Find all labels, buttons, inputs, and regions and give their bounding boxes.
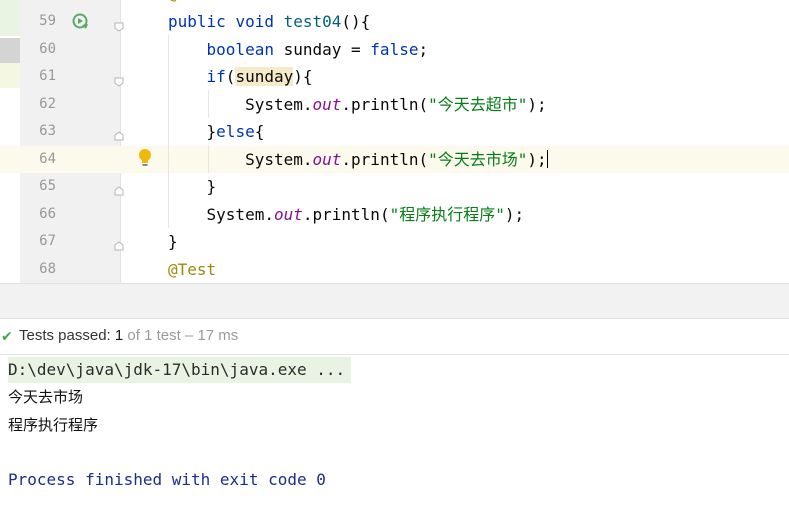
code-line-64[interactable]: 64 System.out.println("今天去市场");	[0, 146, 789, 173]
console-exit-line: Process finished with exit code 0	[8, 470, 326, 489]
code-line-67[interactable]: 67 }	[0, 228, 789, 255]
test-status-text: Tests passed: 1 of 1 test – 17 ms	[19, 327, 239, 344]
fold-expand-icon[interactable]	[114, 236, 124, 251]
line-number: 67	[39, 233, 56, 249]
code-text: System.out.println("今天去超市");	[168, 95, 547, 114]
code-text: }	[168, 177, 217, 196]
indent-guide	[168, 35, 169, 228]
code-line-66[interactable]: 66 System.out.println("程序执行程序");	[0, 201, 789, 228]
test-status-bar: ✔ Tests passed: 1 of 1 test – 17 ms	[0, 319, 789, 355]
code-text: }	[168, 232, 178, 251]
line-number: 61	[39, 68, 56, 84]
code-text: @Test	[168, 0, 216, 7]
code-text: if(sunday){	[206, 67, 313, 86]
line-number: 66	[39, 206, 56, 222]
line-number: 59	[39, 13, 56, 29]
line-number: 65	[39, 178, 56, 194]
line-number: 63	[39, 123, 56, 139]
code-line-59[interactable]: 59 public void test04(){	[0, 8, 789, 35]
panel-splitter[interactable]	[0, 283, 789, 319]
code-text: }else{	[168, 122, 265, 141]
code-text: System.out.println("程序执行程序");	[168, 205, 525, 224]
code-line-63[interactable]: 63 }else{	[0, 118, 789, 145]
fold-expand-icon[interactable]	[114, 181, 124, 196]
indent-guide	[208, 90, 209, 118]
code-text: public void test04(){	[168, 12, 371, 31]
line-number: 60	[39, 41, 56, 57]
fold-collapse-icon[interactable]	[114, 17, 124, 32]
check-icon: ✔	[1, 328, 13, 344]
code-text: System.out.println("今天去市场");	[168, 150, 548, 169]
code-line-61[interactable]: 61 if(sunday){	[0, 63, 789, 90]
indent-guide	[208, 145, 209, 173]
line-number: 68	[39, 261, 56, 277]
console-output-line: 今天去市场	[8, 388, 84, 406]
run-console[interactable]: D:\dev\java\jdk-17\bin\java.exe ... 今天去市…	[0, 355, 789, 510]
code-editor[interactable]: @Test 59 public void test04(){ 60 boolea…	[0, 0, 789, 283]
code-line-62[interactable]: 62 System.out.println("今天去超市");	[0, 91, 789, 118]
intention-bulb-icon[interactable]	[138, 148, 152, 172]
console-output-line: 程序执行程序	[8, 416, 99, 434]
run-test-icon[interactable]	[72, 13, 90, 35]
line-number: 62	[39, 96, 56, 112]
code-line-60[interactable]: 60 boolean sunday = false;	[0, 36, 789, 63]
code-line-68[interactable]: 68 @Test	[0, 256, 789, 283]
fold-expand-icon[interactable]	[114, 126, 124, 141]
code-text: @Test	[168, 260, 217, 279]
code-line-65[interactable]: 65 }	[0, 173, 789, 200]
fold-collapse-icon[interactable]	[114, 72, 124, 87]
text-caret	[546, 150, 548, 168]
console-command-line[interactable]: D:\dev\java\jdk-17\bin\java.exe ...	[8, 357, 352, 383]
line-number: 64	[39, 151, 56, 167]
code-line-partial: @Test	[0, 0, 789, 7]
code-text: boolean sunday = false;	[206, 40, 429, 59]
